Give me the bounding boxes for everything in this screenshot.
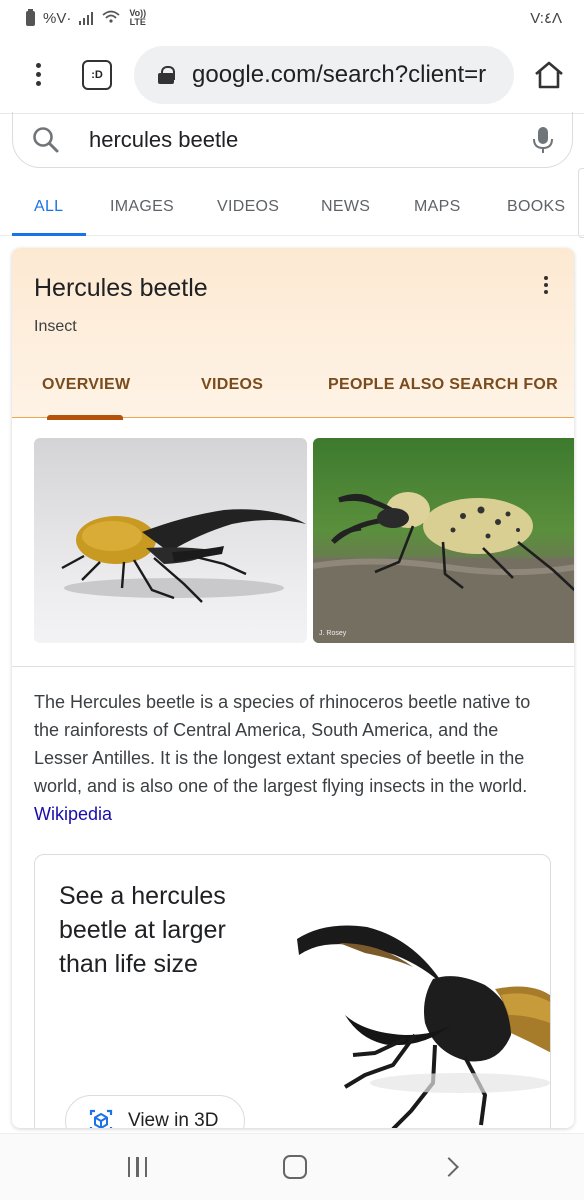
volte-icon: Vo)) LTE xyxy=(129,9,146,27)
description-body: The Hercules beetle is a species of rhin… xyxy=(34,692,531,796)
status-left: %V· Vo)) LTE xyxy=(26,8,146,28)
home-button-icon[interactable] xyxy=(282,1155,307,1179)
beetle-image-2[interactable]: J. Rosey xyxy=(313,438,574,643)
description-text: The Hercules beetle is a species of rhin… xyxy=(34,688,544,828)
view-in-3d-button[interactable]: View in 3D xyxy=(65,1095,245,1128)
lock-icon xyxy=(158,65,175,84)
microphone-icon[interactable] xyxy=(532,125,554,155)
kp-tab-videos[interactable]: VIDEOS xyxy=(201,376,263,394)
menu-icon[interactable] xyxy=(18,55,58,95)
volte-line-2: LTE xyxy=(129,17,146,27)
search-tabs: ALL IMAGES VIDEOS NEWS MAPS BOOKS xyxy=(0,180,584,236)
kp-active-tab-indicator xyxy=(47,415,123,420)
tab-videos[interactable]: VIDEOS xyxy=(217,198,279,216)
knowledge-panel-subtitle: Insect xyxy=(34,318,77,335)
active-tab-indicator xyxy=(12,233,86,236)
image-credit: J. Rosey xyxy=(319,630,347,637)
more-options-icon[interactable] xyxy=(544,276,548,294)
beetle-3d-preview xyxy=(297,925,550,1128)
search-box[interactable]: hercules beetle xyxy=(12,112,573,168)
view-in-3d-title: See a hercules beetle at larger than lif… xyxy=(59,882,226,978)
tab-maps[interactable]: MAPS xyxy=(414,198,461,216)
tab-books[interactable]: BOOKS xyxy=(507,198,565,216)
clock: V:٤Λ xyxy=(530,10,562,27)
browser-toolbar: :D google.com/search?client=r xyxy=(0,36,584,114)
view-in-3d-card[interactable]: See a hercules beetle at larger than lif… xyxy=(34,854,551,1128)
wikipedia-link[interactable]: Wikipedia xyxy=(34,804,112,824)
knowledge-panel-header: Hercules beetle Insect OVERVIEW VIDEOS P… xyxy=(12,248,574,420)
view-in-3d-label: View in 3D xyxy=(128,1110,219,1128)
panel-divider xyxy=(12,666,574,667)
knowledge-panel: Hercules beetle Insect OVERVIEW VIDEOS P… xyxy=(12,248,574,1128)
tab-news[interactable]: NEWS xyxy=(321,198,370,216)
beetle-image-1[interactable] xyxy=(34,438,307,643)
tab-all[interactable]: ALL xyxy=(34,198,63,216)
recent-apps-icon[interactable] xyxy=(127,1157,148,1177)
home-icon[interactable] xyxy=(532,58,566,92)
system-nav-bar xyxy=(0,1133,584,1200)
tab-images[interactable]: IMAGES xyxy=(110,198,174,216)
battery-text: %V· xyxy=(43,9,72,27)
search-icon[interactable] xyxy=(31,125,61,155)
address-bar[interactable]: google.com/search?client=r xyxy=(134,45,514,104)
kp-tab-people-also-search[interactable]: PEOPLE ALSO SEARCH FOR xyxy=(328,376,558,394)
signal-icon xyxy=(79,11,94,25)
battery-icon xyxy=(26,8,35,26)
knowledge-panel-title: Hercules beetle xyxy=(34,274,208,302)
kp-tab-overview[interactable]: OVERVIEW xyxy=(42,376,130,394)
status-bar: %V· Vo)) LTE V:٤Λ xyxy=(0,0,584,36)
wifi-icon xyxy=(101,9,121,28)
search-input[interactable]: hercules beetle xyxy=(89,127,532,153)
image-carousel: J. Rosey xyxy=(34,438,574,643)
back-icon[interactable] xyxy=(439,1157,460,1177)
url-text: google.com/search?client=r xyxy=(192,60,487,88)
tab-switcher-button[interactable]: :D xyxy=(82,59,112,90)
cube-3d-icon xyxy=(89,1109,113,1128)
